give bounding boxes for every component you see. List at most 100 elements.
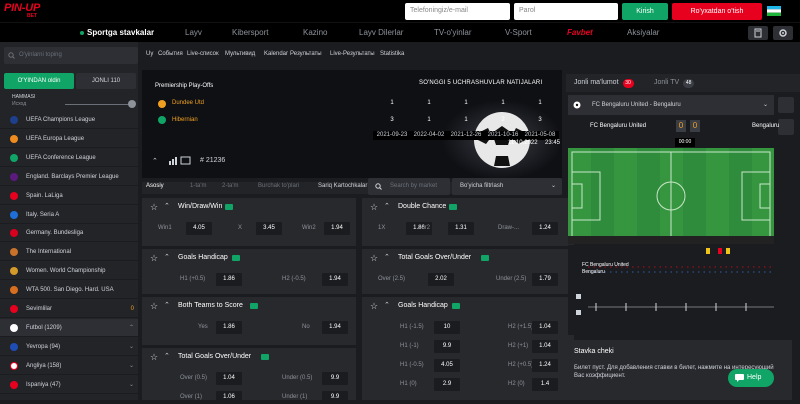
sidebar-league-item[interactable]: UEFA Conference League xyxy=(0,149,138,167)
password-input[interactable]: Parol xyxy=(514,3,618,20)
stats-bars-icon[interactable] xyxy=(169,156,191,165)
calculator-icon[interactable] xyxy=(748,26,768,40)
filter-slider-handle[interactable] xyxy=(128,100,136,108)
favorites-row[interactable]: Sevimlilar 0 xyxy=(0,300,138,318)
pinup-logo[interactable]: PIN-UP BET xyxy=(4,2,64,20)
sport-region-england[interactable]: Angliya (158) ⌄ xyxy=(0,357,138,375)
register-button[interactable]: Ro'yxatdan o'tish xyxy=(672,3,762,20)
odds-button[interactable]: 4.05 xyxy=(186,222,212,235)
odds-button[interactable]: 1.06 xyxy=(216,391,242,404)
sidebar-league-item[interactable]: WTA 500. San Diego. Hard. USA xyxy=(0,281,138,300)
nav-promotions[interactable]: Aksiyalar xyxy=(627,23,659,43)
star-favorite-icon[interactable]: ☆ xyxy=(150,353,158,362)
odds-label: 1X xyxy=(378,225,386,231)
subnav-multiview[interactable]: Мультивид xyxy=(225,51,255,57)
chevron-up-icon[interactable]: ⌃ xyxy=(384,301,390,309)
sidebar-league-item[interactable]: UEFA Europa League xyxy=(0,130,138,148)
help-button[interactable]: Help xyxy=(728,369,774,387)
market-tab-yellow-cards[interactable]: Sariq Kartochkalar xyxy=(318,183,367,189)
star-favorite-icon[interactable]: ☆ xyxy=(370,254,378,263)
phone-email-input[interactable]: Telefoningiz/e-mail xyxy=(405,3,510,20)
subnav-live-list[interactable]: Live-список xyxy=(187,51,219,57)
login-button[interactable]: Kirish xyxy=(622,3,668,20)
sport-region-spain[interactable]: Ispaniya (47) ⌄ xyxy=(0,376,138,394)
odds-button[interactable]: 1.94 xyxy=(322,321,348,334)
tab-prematch[interactable]: O'YINDAN oldin xyxy=(4,73,74,89)
star-favorite-icon[interactable]: ☆ xyxy=(150,203,158,212)
sidebar-search-input[interactable]: O'yinlarni toping xyxy=(4,47,138,64)
chevron-up-icon[interactable]: ⌃ xyxy=(164,301,170,309)
sidebar-league-item[interactable]: Italy. Seria A xyxy=(0,206,138,224)
odds-button[interactable]: 1.04 xyxy=(532,340,558,353)
tab-live-info[interactable]: Jonli ma'lumot 30 xyxy=(574,74,634,92)
tab-live-tv[interactable]: Jonli TV 48 xyxy=(654,74,695,92)
odds-button[interactable]: 1.86 xyxy=(216,321,242,334)
sport-football[interactable]: Futbol (1209) ⌃ xyxy=(0,319,138,337)
sidebar-league-item[interactable]: The International xyxy=(0,243,138,262)
star-favorite-icon[interactable]: ☆ xyxy=(150,254,158,263)
chevron-up-icon[interactable]: ⌃ xyxy=(164,352,170,360)
odds-button[interactable]: 9.9 xyxy=(434,340,460,353)
odds-button[interactable]: 3.45 xyxy=(256,222,282,235)
tab-live[interactable]: JONLI 110 xyxy=(76,73,136,89)
star-favorite-icon[interactable]: ☆ xyxy=(150,302,158,311)
subnav-calendar[interactable]: Kalendar xyxy=(264,51,288,57)
odds-button[interactable]: 1.4 xyxy=(532,378,558,391)
market-tab-corners[interactable]: Burchak to'plari xyxy=(258,183,299,189)
sidebar-league-item[interactable]: England. Barclays Premier League xyxy=(0,168,138,186)
nav-favbet[interactable]: Favbet xyxy=(567,23,593,43)
filter-slider[interactable] xyxy=(65,104,133,105)
market-tab-main[interactable]: Asosiy xyxy=(146,183,164,189)
odds-button[interactable]: 1.94 xyxy=(324,222,350,235)
nav-sports[interactable]: Sportga stavkalar xyxy=(80,23,154,43)
chevron-up-icon[interactable]: ⌃ xyxy=(164,253,170,261)
uzbekistan-flag-icon[interactable] xyxy=(767,6,781,16)
odds-button[interactable]: 4.05 xyxy=(434,359,460,372)
odds-button[interactable]: 2.02 xyxy=(428,273,454,286)
chevron-up-icon[interactable]: ⌃ xyxy=(384,202,390,210)
sport-region-europe[interactable]: Yevropa (94) ⌄ xyxy=(0,338,138,356)
nav-live-dealers[interactable]: Layv Dilerlar xyxy=(359,23,403,43)
subnav-results[interactable]: Результаты xyxy=(290,51,322,57)
chevron-down-icon: ⌄ xyxy=(550,183,556,189)
odds-label: H1 (-1.5) xyxy=(400,324,424,330)
nav-casino[interactable]: Kazino xyxy=(303,23,327,43)
collapse-chevron-icon[interactable]: ⌃ xyxy=(152,157,158,165)
sidebar-league-item[interactable]: Spain. LaLiga xyxy=(0,187,138,205)
subnav-statistics[interactable]: Statistika xyxy=(380,51,404,57)
star-favorite-icon[interactable]: ☆ xyxy=(370,302,378,311)
settings-gear-icon[interactable] xyxy=(773,26,793,40)
nav-live[interactable]: Layv xyxy=(185,23,202,43)
odds-button[interactable]: 1.86 xyxy=(216,273,242,286)
nav-esports[interactable]: Kibersport xyxy=(232,23,268,43)
odds-button[interactable]: 2.9 xyxy=(434,378,460,391)
market-tab-half2[interactable]: 2-ta'm xyxy=(222,183,238,189)
side-layout-icon[interactable] xyxy=(778,119,794,135)
odds-button[interactable]: 1.24 xyxy=(532,359,558,372)
market-tab-half1[interactable]: 1-ta'm xyxy=(190,183,206,189)
live-match-selector[interactable]: FC Bengaluru United - Bengaluru ⌄ xyxy=(568,95,774,115)
sidebar-league-item[interactable]: Women. World Championship xyxy=(0,262,138,281)
odds-button[interactable]: 9.9 xyxy=(322,372,348,385)
sidebar-league-item[interactable]: Germany. Bundesliga xyxy=(0,224,138,243)
odds-button[interactable]: 1.31 xyxy=(448,222,474,235)
odds-button[interactable]: 1.94 xyxy=(322,273,348,286)
odds-button[interactable]: 1.79 xyxy=(532,273,558,286)
nav-tv-games[interactable]: TV-o'yinlar xyxy=(434,23,472,43)
chevron-up-icon[interactable]: ⌃ xyxy=(384,253,390,261)
odds-button[interactable]: 9.9 xyxy=(322,391,348,404)
market-filter-select[interactable]: Bo'yicha filtrlash ⌄ xyxy=(452,178,562,195)
league-name: Germany. Bundesliga xyxy=(26,230,84,237)
odds-button[interactable]: 1.04 xyxy=(216,372,242,385)
chevron-up-icon[interactable]: ⌃ xyxy=(164,202,170,210)
odds-button[interactable]: 10 xyxy=(434,321,460,334)
subnav-home[interactable]: Uy xyxy=(146,51,153,57)
nav-vsport[interactable]: V-Sport xyxy=(505,23,532,43)
odds-button[interactable]: 1.24 xyxy=(532,222,558,235)
subnav-live-results[interactable]: Live-Результаты xyxy=(330,51,375,57)
star-favorite-icon[interactable]: ☆ xyxy=(370,203,378,212)
side-expand-icon[interactable] xyxy=(778,97,794,113)
odds-button[interactable]: 1.04 xyxy=(532,321,558,334)
subnav-events[interactable]: События xyxy=(158,51,183,57)
sidebar-league-item[interactable]: UEFA Champions League xyxy=(0,111,138,129)
